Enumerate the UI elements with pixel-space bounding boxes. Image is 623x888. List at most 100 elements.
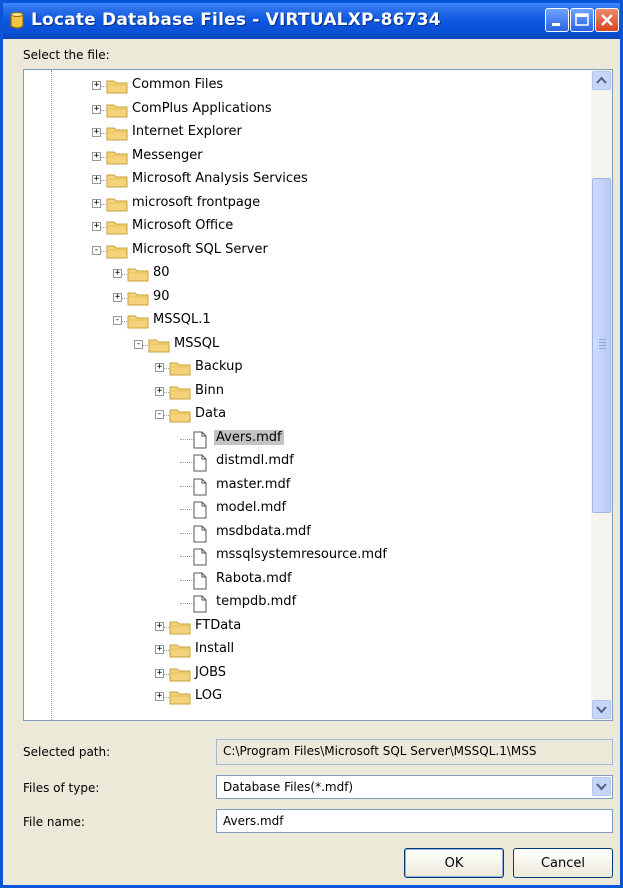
vertical-scrollbar[interactable] <box>591 70 612 720</box>
tree-item-label: Install <box>195 641 235 656</box>
tree-item-label: Common Files <box>132 77 224 92</box>
close-icon <box>601 14 613 26</box>
tree-item-label: Internet Explorer <box>132 124 242 139</box>
tree-item-label: Backup <box>195 359 243 374</box>
tree-item-label: Binn <box>195 383 225 398</box>
tree-item-label: model.mdf <box>216 500 287 515</box>
tree-item-label: Microsoft Analysis Services <box>132 171 308 186</box>
expand-icon[interactable]: + <box>155 645 164 654</box>
tree-folder-item[interactable]: + Messenger <box>24 147 584 169</box>
tree-item-label: MSSQL.1 <box>153 312 211 327</box>
folder-icon <box>169 362 191 376</box>
tree-item-label: microsoft frontpage <box>132 195 261 210</box>
tree-folder-item[interactable]: + FTData <box>24 617 584 639</box>
folder-icon <box>169 691 191 705</box>
tree-file-item[interactable]: msdbdata.mdf <box>24 523 584 545</box>
scroll-down-button[interactable] <box>592 700 611 719</box>
folder-icon <box>106 80 128 94</box>
chevron-down-icon <box>596 706 607 714</box>
expand-icon[interactable]: + <box>113 269 122 278</box>
file-name-input[interactable]: Avers.mdf <box>216 809 613 833</box>
tree-folder-item[interactable]: + microsoft frontpage <box>24 194 584 216</box>
folder-icon <box>127 315 149 329</box>
scroll-thumb[interactable] <box>592 178 611 513</box>
files-of-type-dropdown-button[interactable] <box>592 777 611 796</box>
tree-folder-item[interactable]: + Binn <box>24 382 584 404</box>
collapse-icon[interactable]: - <box>134 340 143 349</box>
tree-file-item[interactable]: distmdl.mdf <box>24 452 584 474</box>
expand-icon[interactable]: + <box>92 199 101 208</box>
tree-item-label: Microsoft SQL Server <box>132 242 268 257</box>
tree-folder-item[interactable]: + ComPlus Applications <box>24 100 584 122</box>
tree-folder-item[interactable]: +80 <box>24 264 584 286</box>
expand-icon[interactable]: + <box>92 105 101 114</box>
expand-icon[interactable]: + <box>92 175 101 184</box>
tree-folder-item[interactable]: - MSSQL <box>24 335 584 357</box>
expand-icon[interactable]: + <box>155 363 164 372</box>
title-bar[interactable]: Locate Database Files - VIRTUALXP-86734 <box>3 3 620 39</box>
folder-icon <box>106 245 128 259</box>
tree-item-label: Avers.mdf <box>214 430 284 445</box>
expand-icon[interactable]: + <box>92 152 101 161</box>
collapse-icon[interactable]: - <box>92 246 101 255</box>
tree-file-item[interactable]: master.mdf <box>24 476 584 498</box>
tree-folder-item[interactable]: + Common Files <box>24 76 584 98</box>
tree-folder-item[interactable]: + Internet Explorer <box>24 123 584 145</box>
ok-button[interactable]: OK <box>404 848 504 878</box>
folder-icon <box>169 409 191 423</box>
expand-icon[interactable]: + <box>155 692 164 701</box>
chevron-down-icon <box>596 783 607 791</box>
select-file-label: Select the file: <box>23 48 110 62</box>
minimize-button[interactable] <box>545 8 569 32</box>
expand-icon[interactable]: + <box>92 81 101 90</box>
tree-file-item[interactable]: Rabota.mdf <box>24 570 584 592</box>
collapse-icon[interactable]: - <box>113 316 122 325</box>
file-tree[interactable]: + Common Files + ComPlus Applications + Inter… <box>23 69 613 721</box>
cancel-button[interactable]: Cancel <box>513 848 613 878</box>
close-button[interactable] <box>595 8 619 32</box>
tree-folder-item[interactable]: + Install <box>24 640 584 662</box>
chevron-up-icon <box>596 76 607 84</box>
file-icon <box>193 478 207 496</box>
folder-icon <box>169 386 191 400</box>
tree-item-label: ComPlus Applications <box>132 101 272 116</box>
files-of-type-value: Database Files(*.mdf) <box>223 780 354 794</box>
file-icon <box>193 572 207 590</box>
folder-icon <box>106 127 128 141</box>
tree-file-item[interactable]: Avers.mdf <box>24 429 584 451</box>
expand-icon[interactable]: + <box>92 222 101 231</box>
tree-folder-item[interactable]: + Microsoft Office <box>24 217 584 239</box>
tree-folder-item[interactable]: - MSSQL.1 <box>24 311 584 333</box>
folder-icon <box>106 174 128 188</box>
tree-file-item[interactable]: model.mdf <box>24 499 584 521</box>
tree-folder-item[interactable]: + Backup <box>24 358 584 380</box>
files-of-type-select[interactable]: Database Files(*.mdf) <box>216 775 613 799</box>
folder-icon <box>106 198 128 212</box>
folder-icon <box>106 221 128 235</box>
app-icon <box>10 12 24 29</box>
tree-folder-item[interactable]: + Microsoft Analysis Services <box>24 170 584 192</box>
selected-path-label: Selected path: <box>23 745 111 759</box>
scroll-up-button[interactable] <box>592 71 611 90</box>
tree-item-label: tempdb.mdf <box>216 594 297 609</box>
collapse-icon[interactable]: - <box>155 410 164 419</box>
tree-folder-item[interactable]: - Data <box>24 405 584 427</box>
maximize-button[interactable] <box>570 8 594 32</box>
expand-icon[interactable]: + <box>155 387 164 396</box>
expand-icon[interactable]: + <box>113 293 122 302</box>
tree-folder-item[interactable]: - Microsoft SQL Server <box>24 241 584 263</box>
expand-icon[interactable]: + <box>92 128 101 137</box>
tree-item-label: distmdl.mdf <box>216 453 294 468</box>
tree-file-item[interactable]: tempdb.mdf <box>24 593 584 615</box>
tree-file-item[interactable]: mssqlsystemresource.mdf <box>24 546 584 568</box>
tree-folder-item[interactable]: +90 <box>24 288 584 310</box>
tree-item-label: MSSQL <box>174 336 220 351</box>
window-title: Locate Database Files - VIRTUALXP-86734 <box>31 10 441 30</box>
tree-folder-item[interactable]: + JOBS <box>24 664 584 686</box>
expand-icon[interactable]: + <box>155 622 164 631</box>
expand-icon[interactable]: + <box>155 669 164 678</box>
folder-icon <box>169 644 191 658</box>
tree-folder-item[interactable]: + LOG <box>24 687 584 709</box>
file-icon <box>193 431 207 449</box>
tree-item-label: 90 <box>153 289 170 304</box>
